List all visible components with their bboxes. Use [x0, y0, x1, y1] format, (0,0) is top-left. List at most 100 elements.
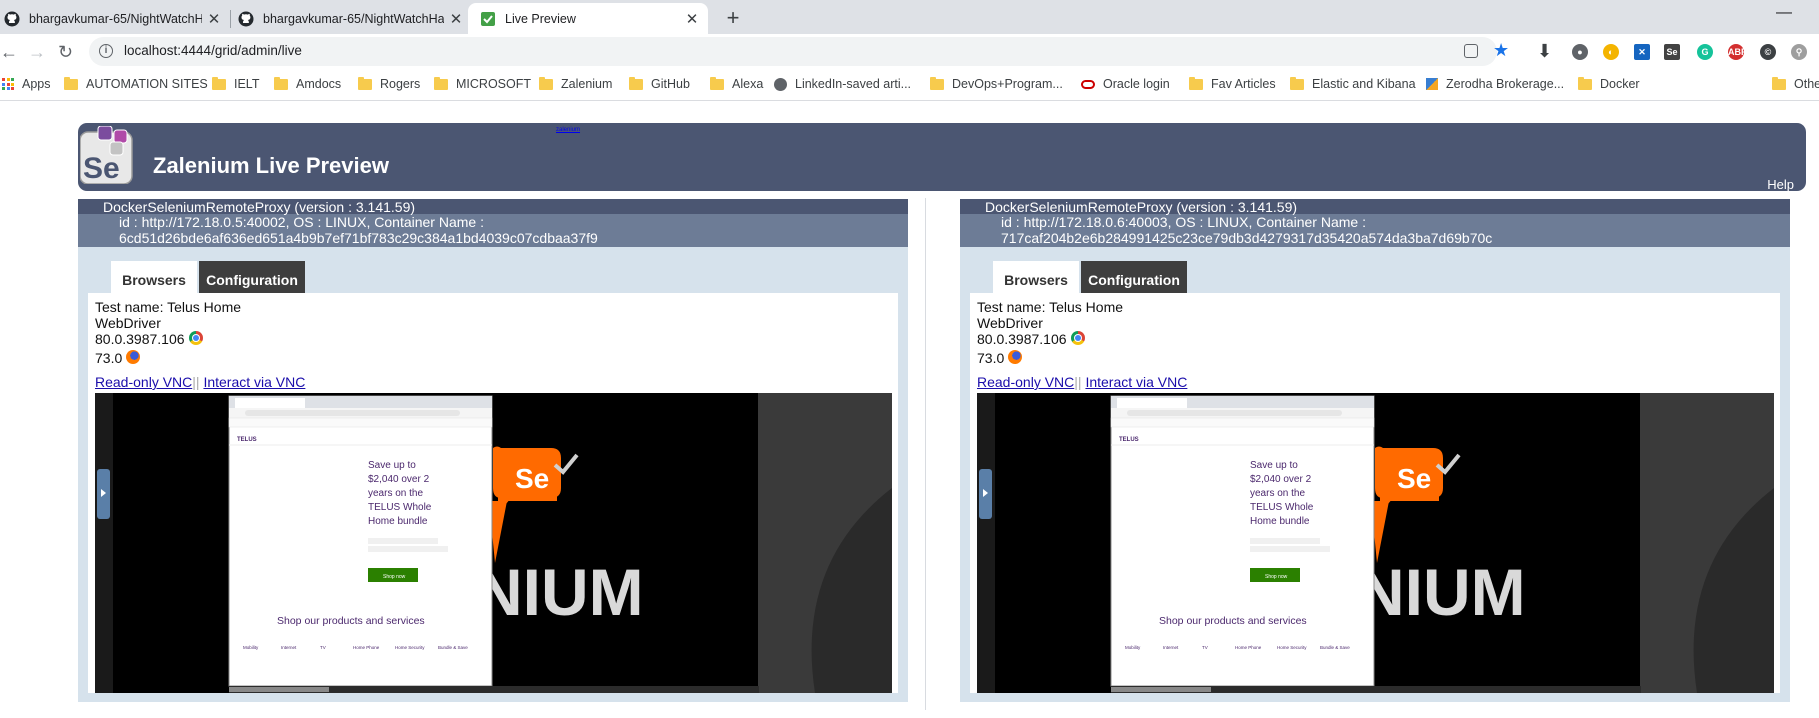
selenium-ide-icon[interactable]: Se: [1664, 44, 1680, 60]
download-icon[interactable]: ⬇: [1537, 41, 1552, 61]
column-divider: [925, 198, 926, 710]
bookmark-folder[interactable]: Docker: [1578, 76, 1640, 91]
tab-browsers[interactable]: Browsers: [111, 261, 197, 293]
bookmark-folder[interactable]: Amdocs: [274, 76, 341, 91]
bookmark-folder[interactable]: DevOps+Program...: [930, 76, 1063, 91]
node-panel: Browsers Configuration Test name: Telus …: [960, 247, 1790, 702]
bookmark-label: AUTOMATION SITES: [86, 77, 208, 91]
bookmark-folder[interactable]: MICROSOFT: [434, 76, 531, 91]
bookmark-label: Oracle login: [1103, 77, 1170, 91]
tab-configuration[interactable]: Configuration: [199, 261, 305, 293]
telus-cta-label: Shop now: [1265, 574, 1288, 580]
folder-icon: [212, 76, 226, 90]
telus-product: Home Phone: [353, 645, 380, 650]
firefox-version: 73.0: [95, 350, 123, 366]
telus-product: Home Security: [395, 645, 425, 650]
tab-title: bhargavkumar-65/NightWatchHa: [263, 11, 444, 26]
bookmark-star-icon[interactable]: ★: [1493, 40, 1509, 61]
close-tab-icon[interactable]: ✕: [684, 10, 700, 28]
bookmark-folder[interactable]: GitHub: [629, 76, 690, 91]
reload-icon[interactable]: ↻: [58, 42, 73, 62]
header-tiny-link[interactable]: zalenium: [556, 127, 580, 133]
bookmark-folder[interactable]: Zalenium: [539, 76, 612, 91]
forward-icon[interactable]: →: [28, 42, 46, 62]
folder-icon: [64, 76, 78, 90]
site-info-icon[interactable]: i: [99, 44, 113, 58]
extension-icon[interactable]: ◐: [1603, 44, 1619, 60]
browser-tab[interactable]: bhargavkumar-65/NightWatchHa ✕: [0, 3, 222, 34]
vnc-screen[interactable]: Se NIUM TELUS Save up to $2,040 over 2 y…: [95, 393, 892, 693]
browser-tab-active[interactable]: Live Preview ✕: [468, 3, 708, 34]
bookmark-link[interactable]: Oracle login: [1081, 77, 1170, 91]
adblock-icon[interactable]: ABP: [1728, 44, 1747, 60]
grammarly-icon[interactable]: G: [1697, 44, 1713, 60]
bookmark-folder[interactable]: Othe: [1772, 76, 1819, 91]
close-tab-icon[interactable]: ✕: [448, 10, 464, 28]
read-only-vnc-link[interactable]: Read-only VNC: [977, 374, 1074, 390]
vnc-desktop-view: Se NIUM TELUS Save up to $2,040 over 2 y…: [95, 393, 892, 693]
tab-separator: [230, 10, 231, 28]
webdriver-label: WebDriver: [95, 315, 161, 331]
firefox-icon: [126, 350, 141, 364]
close-tab-icon[interactable]: ✕: [206, 10, 222, 28]
page-content: zalenium Zalenium Live Preview Help Dock…: [0, 101, 1819, 718]
test-name: Test name: Telus Home: [95, 299, 242, 315]
bookmark-folder[interactable]: IELT: [212, 76, 259, 91]
bookmark-folder[interactable]: Fav Articles: [1189, 76, 1276, 91]
test-name: Test name: Telus Home: [977, 299, 1124, 315]
tab-configuration[interactable]: Configuration: [1081, 261, 1187, 293]
folder-icon: [274, 76, 288, 90]
blocked-content-icon[interactable]: [1464, 44, 1478, 58]
vnc-screen[interactable]: Se NIUM TELUS Save up to $2,040 over 2 y…: [977, 393, 1774, 693]
browser-toolbar: ← → ↻ i localhost:4444/grid/admin/live ★…: [0, 34, 1819, 70]
bookmark-label: MICROSOFT: [456, 77, 531, 91]
chrome-version-row: 80.0.3987.106: [95, 331, 203, 347]
zalenium-wordmark: NIUM: [475, 555, 644, 629]
vnc-links: Read-only VNC|| Interact via VNC: [95, 374, 305, 390]
help-link[interactable]: Help: [1767, 177, 1794, 192]
telus-section-title: Shop our products and services: [1159, 615, 1307, 627]
proxy-id: id : http://172.18.0.5:40002, OS : LINUX…: [119, 214, 484, 230]
se-badge: Se: [515, 463, 549, 494]
tab-browsers[interactable]: Browsers: [993, 261, 1079, 293]
url-text[interactable]: localhost:4444/grid/admin/live: [124, 43, 302, 58]
back-icon[interactable]: ←: [0, 42, 18, 62]
zalenium-icon: [481, 11, 495, 26]
telus-product: Internet: [281, 645, 297, 650]
page-header: zalenium Zalenium Live Preview Help: [78, 123, 1806, 192]
extension-icon[interactable]: ©: [1760, 44, 1776, 60]
new-tab-button[interactable]: +: [720, 5, 746, 31]
telus-product: TV: [1202, 645, 1208, 650]
bookmark-folder[interactable]: Rogers: [358, 76, 421, 91]
interact-vnc-link[interactable]: Interact via VNC: [203, 374, 305, 390]
telus-product: Mobility: [243, 645, 259, 650]
telus-product: Internet: [1163, 645, 1179, 650]
minimize-window-button[interactable]: —: [1776, 4, 1792, 22]
bookmark-label: Docker: [1600, 77, 1640, 91]
bookmark-folder[interactable]: Alexa: [710, 76, 763, 91]
bookmark-link[interactable]: Zerodha Brokerage...: [1426, 77, 1564, 91]
bookmark-apps[interactable]: Apps: [2, 77, 51, 91]
webdriver-label: WebDriver: [977, 315, 1043, 331]
bookmark-link[interactable]: LinkedIn-saved arti...: [774, 77, 911, 91]
tab-title: Live Preview: [505, 11, 576, 26]
interact-vnc-link[interactable]: Interact via VNC: [1085, 374, 1187, 390]
extension-icon[interactable]: ⚲: [1791, 44, 1807, 60]
chrome-version: 80.0.3987.106: [977, 331, 1067, 347]
tab-title: bhargavkumar-65/NightWatchHa: [29, 11, 202, 26]
browser-tab[interactable]: bhargavkumar-65/NightWatchHa ✕: [238, 3, 464, 34]
folder-icon: [710, 76, 724, 90]
bookmark-label: Rogers: [380, 77, 421, 91]
read-only-vnc-link[interactable]: Read-only VNC: [95, 374, 192, 390]
se-badge: Se: [1397, 463, 1431, 494]
address-bar[interactable]: i localhost:4444/grid/admin/live ★: [89, 37, 1509, 66]
container-name: 6cd51d26bde6af636ed651a4b9b7ef71bf783c29…: [119, 230, 598, 246]
bookmark-folder[interactable]: Elastic and Kibana: [1290, 76, 1416, 91]
tools-extension-icon[interactable]: ✕: [1634, 44, 1650, 60]
chrome-version-row: 80.0.3987.106: [977, 331, 1085, 347]
bookmark-folder[interactable]: AUTOMATION SITES: [64, 76, 208, 91]
extension-icon[interactable]: ●: [1572, 44, 1588, 60]
chrome-version: 80.0.3987.106: [95, 331, 185, 347]
folder-icon: [1290, 76, 1304, 90]
folder-icon: [539, 76, 553, 90]
